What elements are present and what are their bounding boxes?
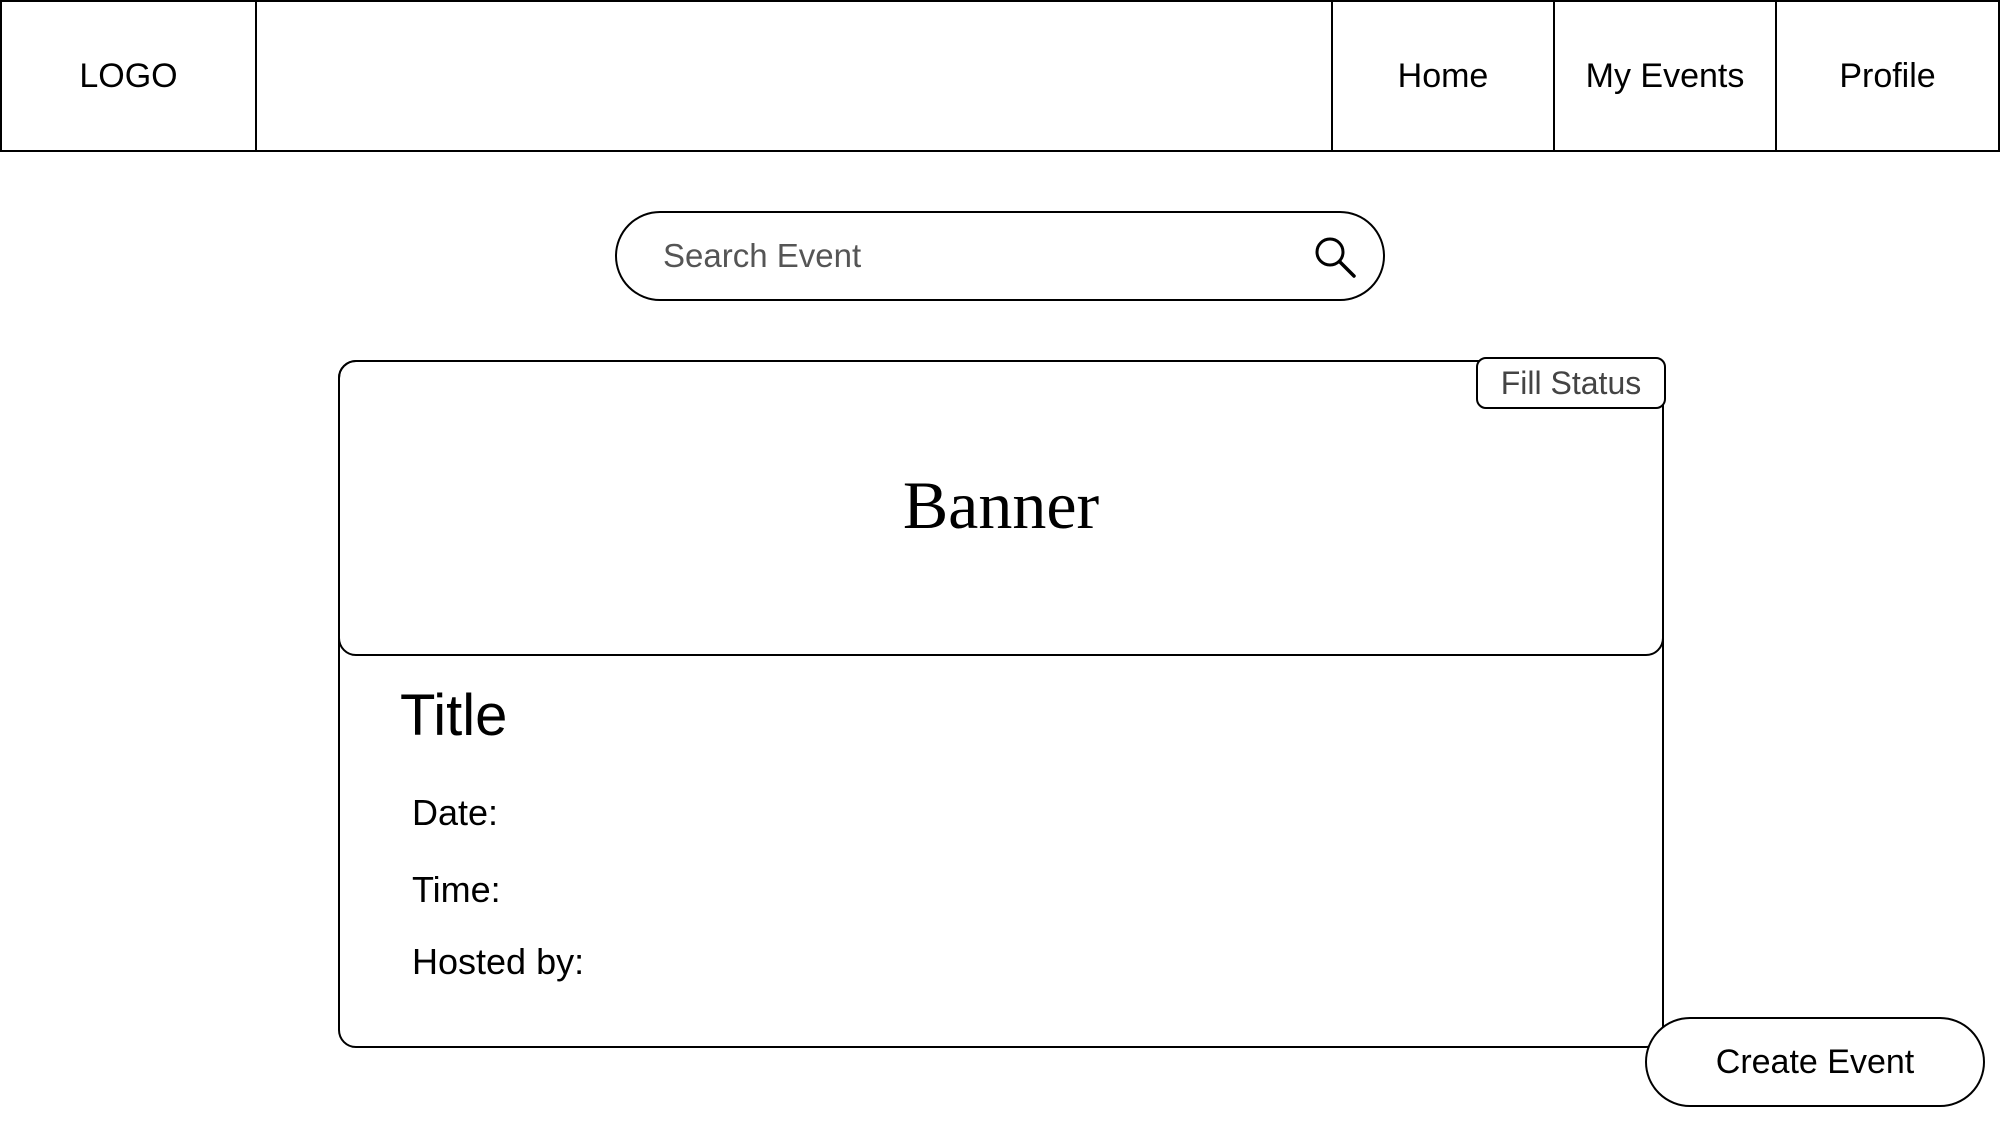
search-icon[interactable] (1311, 233, 1359, 281)
event-date-label: Date: (412, 792, 499, 833)
event-banner: Banner (338, 360, 1664, 656)
nav-profile-link[interactable]: Profile (1777, 2, 1998, 150)
fill-status-badge: Fill Status (1476, 357, 1666, 409)
navbar-spacer (257, 2, 1333, 150)
event-title: Title (400, 683, 508, 748)
create-event-button[interactable]: Create Event (1645, 1017, 1985, 1107)
search-bar (615, 211, 1385, 301)
event-time-label: Time: (412, 869, 501, 910)
event-card[interactable]: Banner Title Date: Time: Hosted by: (338, 360, 1664, 1048)
nav-home-link[interactable]: Home (1333, 2, 1555, 150)
top-navbar: LOGO Home My Events Profile (0, 0, 2000, 152)
logo[interactable]: LOGO (2, 2, 257, 150)
nav-my-events-link[interactable]: My Events (1555, 2, 1777, 150)
search-input[interactable] (661, 236, 1265, 276)
banner-label: Banner (902, 466, 1100, 543)
event-host-label: Hosted by: (412, 941, 585, 982)
